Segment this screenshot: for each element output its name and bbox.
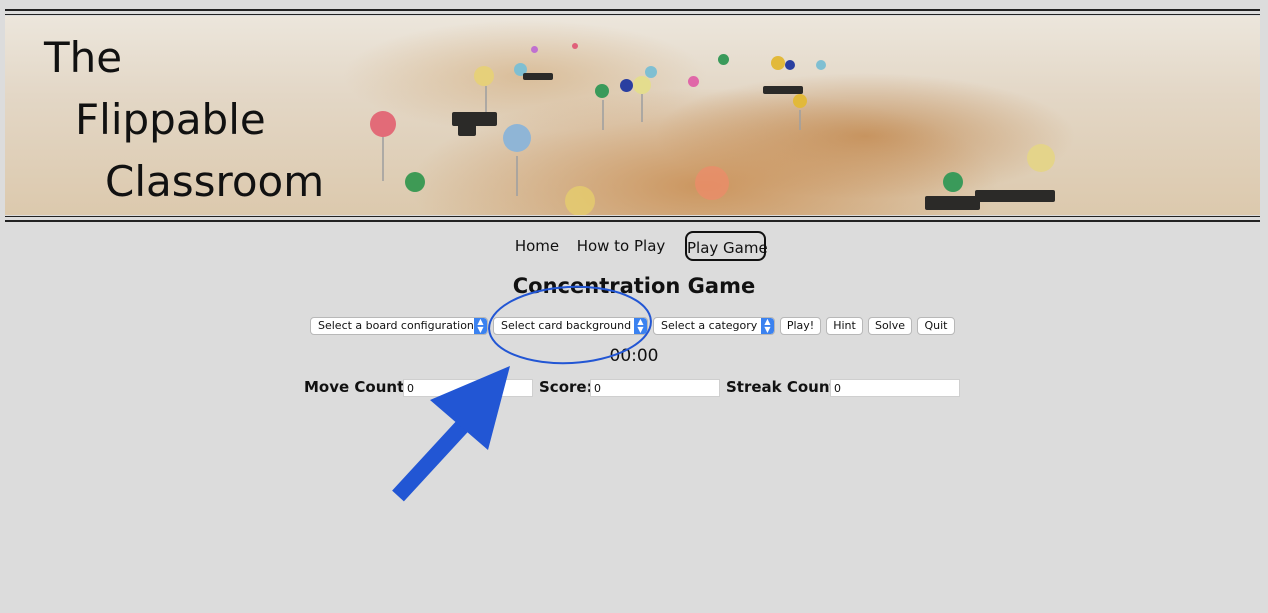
board-configuration-select-value: Select a board configuration <box>318 319 474 332</box>
board-configuration-select[interactable]: Select a board configuration ▲ ▼ <box>310 317 488 335</box>
streak-count-label: Streak Count: <box>726 378 843 396</box>
score-label: Score: <box>539 378 593 396</box>
page-title: Concentration Game <box>512 274 756 298</box>
site-title-line-2: Flippable <box>75 95 266 144</box>
nav-home[interactable]: Home <box>512 231 562 261</box>
select-arrows-icon: ▲ ▼ <box>761 318 774 334</box>
map-pin-icon <box>771 56 785 70</box>
score-field[interactable] <box>590 379 720 397</box>
map-pin-icon <box>565 186 595 215</box>
map-pin-icon <box>370 111 396 137</box>
map-pin-icon <box>688 76 699 87</box>
game-timer: 00:00 <box>609 346 659 366</box>
map-pin-icon <box>595 84 609 98</box>
map-pin-icon <box>695 166 729 200</box>
map-pin-icon <box>645 66 657 78</box>
category-select[interactable]: Select a category ▲ ▼ <box>653 317 775 335</box>
wooden-piece <box>975 190 1055 202</box>
map-pin-icon <box>474 66 494 86</box>
select-arrows-icon: ▲ ▼ <box>634 318 647 334</box>
hint-button[interactable]: Hint <box>826 317 863 335</box>
streak-count-field[interactable] <box>830 379 960 397</box>
site-title-line-3: Classroom <box>105 157 325 206</box>
move-count-label: Move Count: <box>304 378 411 396</box>
map-pin-icon <box>572 43 578 49</box>
card-background-select-value: Select card background <box>501 319 632 332</box>
map-pin-icon <box>531 46 538 53</box>
card-background-select[interactable]: Select card background ▲ ▼ <box>493 317 648 335</box>
map-pin-icon <box>633 76 651 94</box>
map-pin-icon <box>405 172 425 192</box>
map-pin-icon <box>785 60 795 70</box>
play-button[interactable]: Play! <box>780 317 821 335</box>
nav-how-to-play[interactable]: How to Play <box>576 231 666 261</box>
map-pin-icon <box>816 60 826 70</box>
header-banner: The Flippable Classroom <box>5 9 1260 222</box>
map-pin-icon <box>503 124 531 152</box>
nav-play-game[interactable]: Play Game <box>685 231 768 261</box>
wooden-piece <box>523 73 553 80</box>
wooden-piece <box>925 196 980 210</box>
move-count-field[interactable] <box>403 379 533 397</box>
wooden-piece <box>458 124 476 136</box>
select-arrows-icon: ▲ ▼ <box>474 318 487 334</box>
site-title-line-1: The <box>44 33 123 82</box>
category-select-value: Select a category <box>661 319 758 332</box>
map-pin-icon <box>1027 144 1055 172</box>
map-pin-icon <box>943 172 963 192</box>
wooden-piece <box>763 86 803 94</box>
quit-button[interactable]: Quit <box>917 317 955 335</box>
map-pin-icon <box>620 79 633 92</box>
map-pin-icon <box>793 94 807 108</box>
solve-button[interactable]: Solve <box>868 317 912 335</box>
map-pin-icon <box>718 54 729 65</box>
